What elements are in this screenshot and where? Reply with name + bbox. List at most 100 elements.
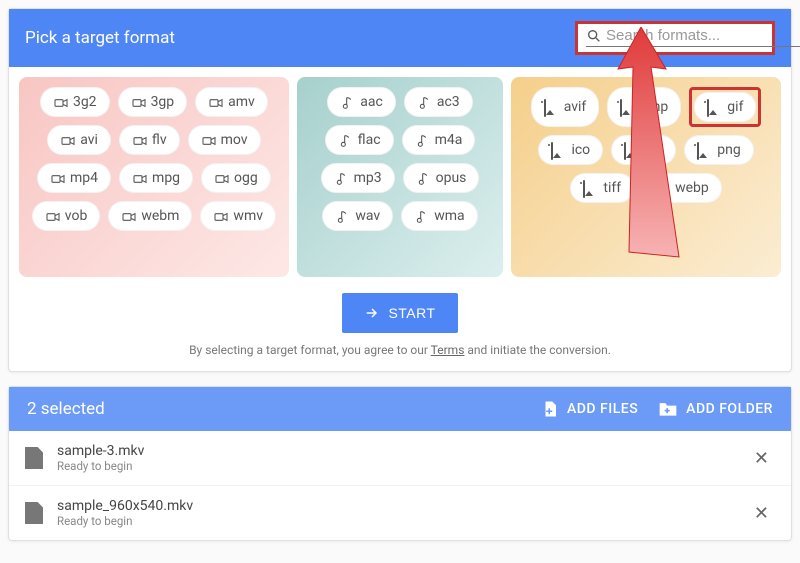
video-icon	[208, 95, 222, 109]
format-label: mp3	[354, 170, 382, 186]
video-icon	[53, 95, 67, 109]
image-icon	[544, 100, 558, 114]
format-3g2[interactable]: 3g2	[40, 87, 110, 117]
file-name: sample-3.mkv	[57, 443, 144, 459]
file-row: sample_960x540.mkvReady to begin✕	[9, 485, 791, 540]
format-mpg[interactable]: mpg	[119, 163, 193, 193]
file-status: Ready to begin	[57, 459, 144, 473]
audio-icon	[414, 209, 428, 223]
video-icon	[214, 171, 228, 185]
format-flac[interactable]: flac	[325, 125, 394, 155]
format-aac[interactable]: aac	[327, 87, 396, 117]
image-icon	[620, 100, 634, 114]
format-mov[interactable]: mov	[188, 125, 261, 155]
search-input[interactable]	[606, 27, 800, 44]
video-icon	[132, 133, 146, 147]
format-label: mpg	[152, 170, 180, 186]
format-webm[interactable]: webm	[108, 201, 192, 231]
format-ac3[interactable]: ac3	[404, 87, 473, 117]
format-label: amv	[228, 94, 255, 110]
audio-icon	[340, 95, 354, 109]
format-avif[interactable]: avif	[531, 87, 600, 127]
format-label: mov	[221, 132, 248, 148]
format-groups: 3g2 3gp amv aviflv mov mp4 mpg ogg vob webm wmv aa…	[9, 67, 791, 287]
image-icon	[697, 143, 711, 157]
format-webp[interactable]: webp	[642, 173, 722, 203]
remove-file-button[interactable]: ✕	[748, 499, 775, 528]
format-picker-card: Pick a target format 3g2 3gp amv aviflv mov m…	[8, 8, 792, 372]
start-button[interactable]: START	[342, 293, 457, 333]
format-gif[interactable]: gif	[694, 92, 756, 122]
format-wmv[interactable]: wmv	[200, 201, 276, 231]
image-icon	[583, 181, 597, 195]
video-icon	[60, 133, 74, 147]
format-label: png	[717, 142, 740, 158]
format-tiff[interactable]: tiff	[570, 173, 634, 203]
format-label: tiff	[603, 180, 621, 196]
format-mp3[interactable]: mp3	[321, 163, 395, 193]
file-icon	[25, 502, 43, 524]
file-icon	[25, 447, 43, 469]
format-3gp[interactable]: 3gp	[118, 87, 188, 117]
format-ogg[interactable]: ogg	[201, 163, 271, 193]
image-icon	[707, 100, 721, 114]
search-icon	[586, 28, 602, 44]
image-icon	[624, 143, 638, 157]
image-icon	[655, 181, 669, 195]
arrow-right-icon	[364, 305, 380, 321]
add-folder-button[interactable]: ADD FOLDER	[658, 400, 773, 418]
format-label: flac	[358, 132, 381, 148]
audio-icon	[415, 133, 429, 147]
format-ico[interactable]: ico	[538, 135, 603, 165]
format-flv[interactable]: flv	[119, 125, 180, 155]
format-wma[interactable]: wma	[401, 201, 477, 231]
folder-plus-icon	[658, 400, 678, 418]
format-mp4[interactable]: mp4	[37, 163, 111, 193]
header-title: Pick a target format	[25, 28, 175, 48]
video-icon	[45, 209, 59, 223]
highlight-gif: gif	[689, 87, 761, 127]
format-label: mp4	[70, 170, 98, 186]
add-files-button[interactable]: ADD FILES	[541, 400, 638, 418]
audio-group: aac ac3 flac m4a mp3 opuswavwma	[297, 77, 503, 277]
format-wav[interactable]: wav	[322, 201, 393, 231]
video-icon	[132, 171, 146, 185]
audio-icon	[334, 171, 348, 185]
format-label: ogg	[234, 170, 258, 186]
audio-icon	[338, 133, 352, 147]
video-icon	[201, 133, 215, 147]
selection-count: 2 selected	[27, 399, 521, 419]
video-icon	[213, 209, 227, 223]
search-box[interactable]	[575, 21, 775, 55]
file-name: sample_960x540.mkv	[57, 498, 193, 514]
format-label: webm	[141, 208, 179, 224]
format-label: avif	[564, 99, 587, 115]
terms-text: By selecting a target format, you agree …	[9, 343, 791, 371]
format-label: 3gp	[151, 94, 175, 110]
selection-card: 2 selected ADD FILES ADD FOLDER sample-3…	[8, 386, 792, 541]
terms-link[interactable]: Terms	[431, 343, 465, 357]
format-amv[interactable]: amv	[195, 87, 268, 117]
format-picker-header: Pick a target format	[9, 9, 791, 67]
file-list: sample-3.mkvReady to begin✕sample_960x54…	[9, 431, 791, 540]
format-vob[interactable]: vob	[32, 201, 101, 231]
format-opus[interactable]: opus	[403, 163, 480, 193]
image-icon	[551, 143, 565, 157]
remove-file-button[interactable]: ✕	[748, 444, 775, 473]
selection-header: 2 selected ADD FILES ADD FOLDER	[9, 387, 791, 431]
format-label: ac3	[437, 94, 460, 110]
format-png[interactable]: png	[684, 135, 753, 165]
format-label: wmv	[233, 208, 263, 224]
format-label: bmp	[640, 99, 668, 115]
video-icon	[131, 95, 145, 109]
format-label: 3g2	[73, 94, 97, 110]
format-jpg[interactable]: jpg	[611, 135, 676, 165]
video-icon	[121, 209, 135, 223]
format-bmp[interactable]: bmp	[607, 87, 681, 127]
format-m4a[interactable]: m4a	[402, 125, 476, 155]
format-avi[interactable]: avi	[47, 125, 111, 155]
file-row: sample-3.mkvReady to begin ✕	[9, 431, 791, 485]
image-group: avif bmp gif ico jpg png tiff webp	[511, 77, 781, 277]
format-label: webp	[675, 180, 709, 196]
format-label: ico	[571, 142, 590, 158]
